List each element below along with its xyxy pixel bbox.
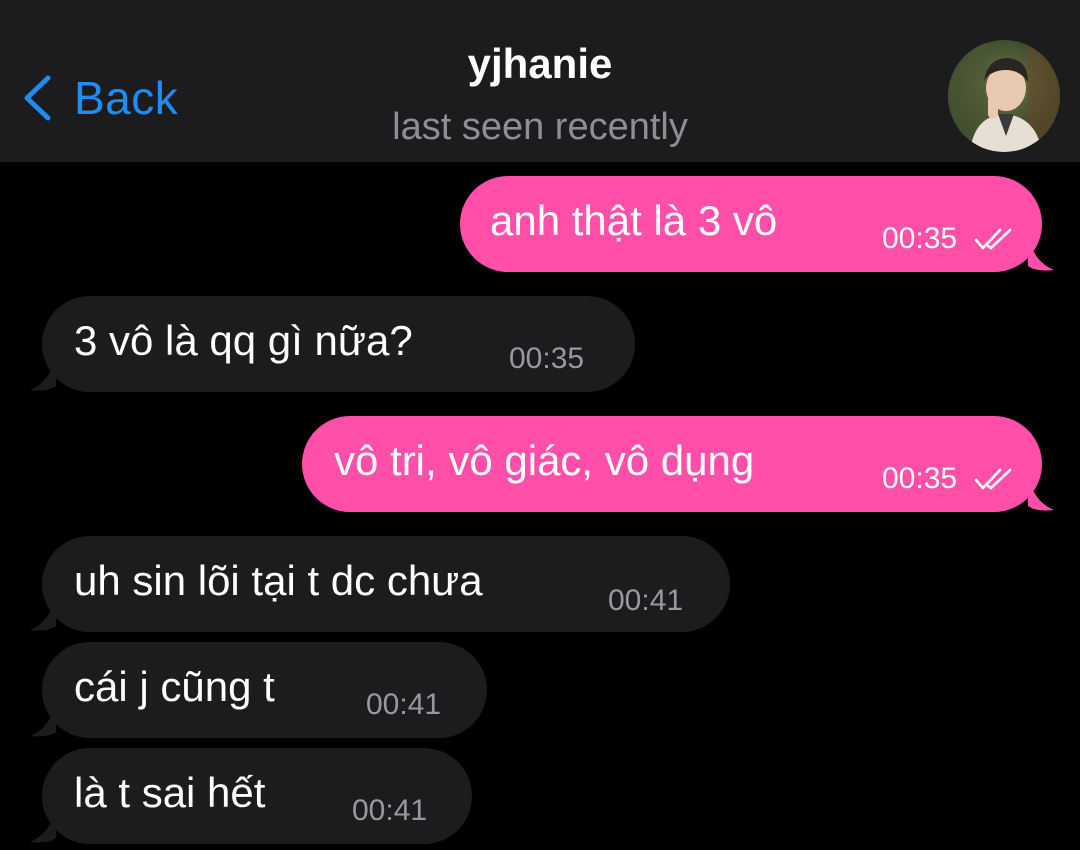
message-timestamp: 00:35 (882, 222, 958, 255)
message-text: vô tri, vô giác, vô dụng (334, 437, 755, 485)
incoming-message-bubble[interactable]: uh sin lõi tại t dc chưa 00:41 (30, 536, 730, 632)
bubble-tail-left (30, 596, 56, 631)
message-text: 3 vô là qq gì nữa? (74, 317, 413, 365)
bubble-tail-left (30, 808, 56, 843)
message-text: là t sai hết (74, 769, 266, 817)
outgoing-message-bubble[interactable]: anh thật là 3 vô 00:35 (460, 176, 1054, 272)
last-seen-status: last seen recently (392, 106, 688, 148)
bubble-tail-right (1028, 236, 1054, 271)
outgoing-message-bubble[interactable]: vô tri, vô giác, vô dụng 00:35 (302, 416, 1054, 512)
contact-avatar[interactable] (948, 40, 1060, 152)
double-check-icon (974, 468, 1012, 490)
contact-name[interactable]: yjhanie (0, 40, 1080, 88)
message-timestamp: 00:35 (882, 462, 958, 495)
message-timestamp: 00:35 (509, 342, 585, 375)
incoming-message-bubble[interactable]: là t sai hết 00:41 (30, 748, 472, 844)
message-text: anh thật là 3 vô (490, 197, 778, 245)
message-text: cái j cũng t (74, 663, 275, 711)
bubble-tail-right (1028, 476, 1054, 511)
message-timestamp: 00:41 (352, 794, 428, 827)
message-timestamp: 00:41 (608, 584, 684, 617)
message-text: uh sin lõi tại t dc chưa (74, 557, 483, 605)
message-timestamp: 00:41 (366, 688, 442, 721)
chat-header: Back yjhanie last seen recently (0, 0, 1080, 162)
double-check-icon (974, 228, 1012, 250)
incoming-message-bubble[interactable]: cái j cũng t 00:41 (30, 642, 487, 738)
bubble-tail-left (30, 702, 56, 737)
bubble-tail-left (30, 356, 56, 391)
incoming-message-bubble[interactable]: 3 vô là qq gì nữa? 00:35 (30, 296, 635, 392)
